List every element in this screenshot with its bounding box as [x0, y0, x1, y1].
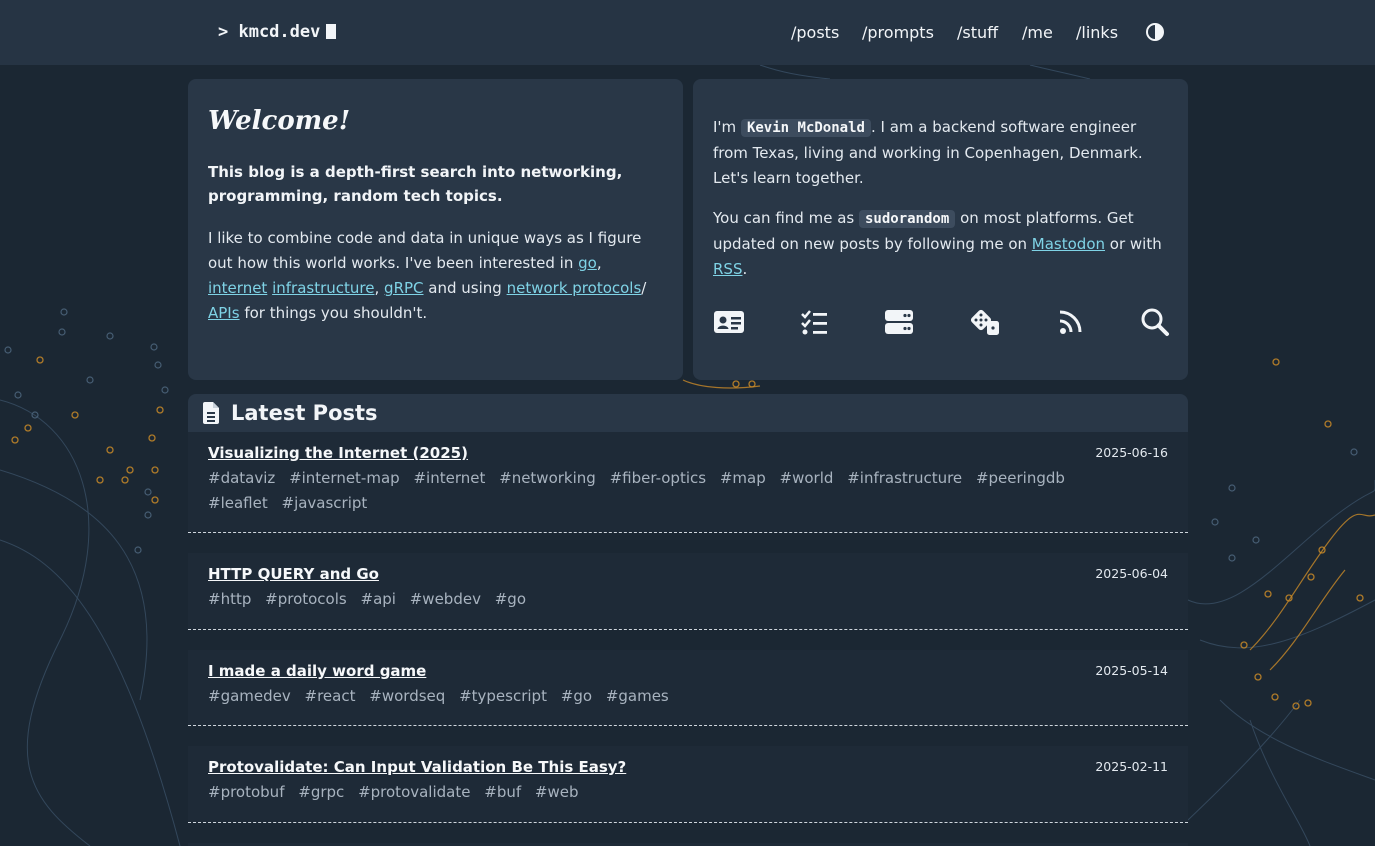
author-name: Kevin McDonald: [740, 119, 871, 137]
post-item: I made a daily word game 2025-05-14 #gam…: [188, 650, 1188, 726]
post-title-link[interactable]: Protovalidate: Can Input Validation Be T…: [208, 756, 626, 778]
rss-link[interactable]: RSS: [713, 260, 742, 278]
welcome-card: Welcome! This blog is a depth-first sear…: [188, 79, 683, 380]
post-date: 2025-02-11: [1095, 759, 1168, 774]
server-icon[interactable]: [883, 307, 915, 337]
tag-link[interactable]: #protovalidate: [358, 783, 470, 801]
handle: sudorandom: [858, 210, 956, 228]
tag-link[interactable]: #go: [561, 687, 592, 705]
welcome-paragraph: I like to combine code and data in uniqu…: [208, 226, 663, 326]
tag-link[interactable]: #leaflet: [208, 494, 268, 512]
tag-link[interactable]: #javascript: [282, 494, 368, 512]
comma: ,: [374, 279, 380, 297]
tag-link[interactable]: #games: [606, 687, 669, 705]
post-date: 2025-06-04: [1095, 566, 1168, 581]
tag-link[interactable]: #map: [720, 469, 766, 487]
theme-toggle-button[interactable]: [1145, 22, 1165, 42]
infrastructure-link[interactable]: infrastructure: [272, 279, 374, 297]
tag-link[interactable]: #fiber-optics: [610, 469, 706, 487]
welcome-lead: This blog is a depth-first search into n…: [208, 163, 623, 205]
latest-posts-header: Latest Posts: [188, 394, 1188, 432]
nav-me-link[interactable]: /me: [1022, 22, 1053, 44]
post-title-link[interactable]: HTTP QUERY and Go: [208, 563, 379, 585]
tag-link[interactable]: #api: [361, 590, 396, 608]
search-icon[interactable]: [1139, 307, 1171, 337]
tag-link[interactable]: #dataviz: [208, 469, 275, 487]
grpc-link[interactable]: gRPC: [384, 279, 423, 297]
post-date: 2025-06-16: [1095, 445, 1168, 460]
tag-link[interactable]: #grpc: [298, 783, 344, 801]
latest-posts-title: Latest Posts: [231, 401, 378, 425]
social-icon-row: [713, 307, 1171, 337]
slash: /: [641, 279, 647, 297]
post-item: Protovalidate: Can Input Validation Be T…: [188, 746, 1188, 823]
tag-link[interactable]: #webdev: [410, 590, 481, 608]
go-link[interactable]: go: [578, 254, 597, 272]
tag-link[interactable]: #buf: [484, 783, 521, 801]
apis-link[interactable]: APIs: [208, 304, 240, 322]
tag-link[interactable]: #infrastructure: [847, 469, 962, 487]
post-item: HTTP QUERY and Go 2025-06-04 #http #prot…: [188, 553, 1188, 630]
tag-link[interactable]: #http: [208, 590, 251, 608]
dice-icon[interactable]: [969, 307, 1001, 337]
tag-link[interactable]: #gamedev: [208, 687, 291, 705]
rss-feed-icon[interactable]: [1055, 307, 1087, 337]
post-tags: #http #protocols #api #webdev #go: [208, 587, 1098, 612]
post-tags: #protobuf #grpc #protovalidate #buf #web: [208, 780, 1098, 805]
im-text: I'm: [713, 118, 737, 136]
contrast-icon: [1146, 23, 1164, 41]
nav-links-link[interactable]: /links: [1076, 22, 1118, 44]
or-with-text: or with: [1109, 235, 1162, 253]
post-tags: #gamedev #react #wordseq #typescript #go…: [208, 684, 1098, 709]
document-icon: [203, 402, 219, 424]
tag-link[interactable]: #internet: [413, 469, 485, 487]
about-intro: I'm Kevin McDonald. I am a backend softw…: [713, 115, 1168, 191]
post-date: 2025-05-14: [1095, 663, 1168, 678]
terminal-cursor: [326, 24, 337, 39]
period: .: [742, 260, 748, 278]
tag-link[interactable]: #web: [535, 783, 579, 801]
post-title-link[interactable]: I made a daily word game: [208, 660, 426, 682]
tag-link[interactable]: #world: [780, 469, 834, 487]
nav-stuff-link[interactable]: /stuff: [957, 22, 998, 44]
internet-link[interactable]: internet: [208, 279, 267, 297]
network-protocols-link[interactable]: network protocols: [507, 279, 642, 297]
nav-posts-link[interactable]: /posts: [791, 22, 839, 44]
mastodon-link[interactable]: Mastodon: [1032, 235, 1105, 253]
id-card-icon[interactable]: [713, 307, 745, 337]
post-title-link[interactable]: Visualizing the Internet (2025): [208, 442, 468, 464]
tag-link[interactable]: #networking: [499, 469, 596, 487]
tag-link[interactable]: #react: [305, 687, 356, 705]
tag-link[interactable]: #peeringdb: [976, 469, 1065, 487]
tag-link[interactable]: #protobuf: [208, 783, 284, 801]
post-tags: #dataviz #internet-map #internet #networ…: [208, 466, 1098, 516]
tag-link[interactable]: #wordseq: [369, 687, 445, 705]
comma: ,: [596, 254, 602, 272]
and-using-text: and using: [428, 279, 502, 297]
top-navigation-bar: > kmcd.dev /posts /prompts /stuff /me /l…: [0, 0, 1375, 65]
tail-text: for things you shouldn't.: [244, 304, 428, 322]
find-text: You can find me as: [713, 209, 855, 227]
welcome-text: I like to combine code and data in uniqu…: [208, 229, 642, 272]
tag-link[interactable]: #internet-map: [289, 469, 400, 487]
tag-link[interactable]: #go: [495, 590, 526, 608]
about-find: You can find me as sudorandom on most pl…: [713, 206, 1168, 282]
tag-link[interactable]: #typescript: [459, 687, 547, 705]
brand-text: > kmcd.dev: [218, 22, 321, 42]
welcome-title: Welcome!: [208, 106, 351, 136]
about-card: I'm Kevin McDonald. I am a backend softw…: [693, 79, 1188, 380]
tag-link[interactable]: #protocols: [265, 590, 347, 608]
site-brand[interactable]: > kmcd.dev: [218, 20, 337, 44]
post-item: Visualizing the Internet (2025) 2025-06-…: [188, 432, 1188, 533]
nav-prompts-link[interactable]: /prompts: [862, 22, 934, 44]
checklist-icon[interactable]: [798, 307, 830, 337]
